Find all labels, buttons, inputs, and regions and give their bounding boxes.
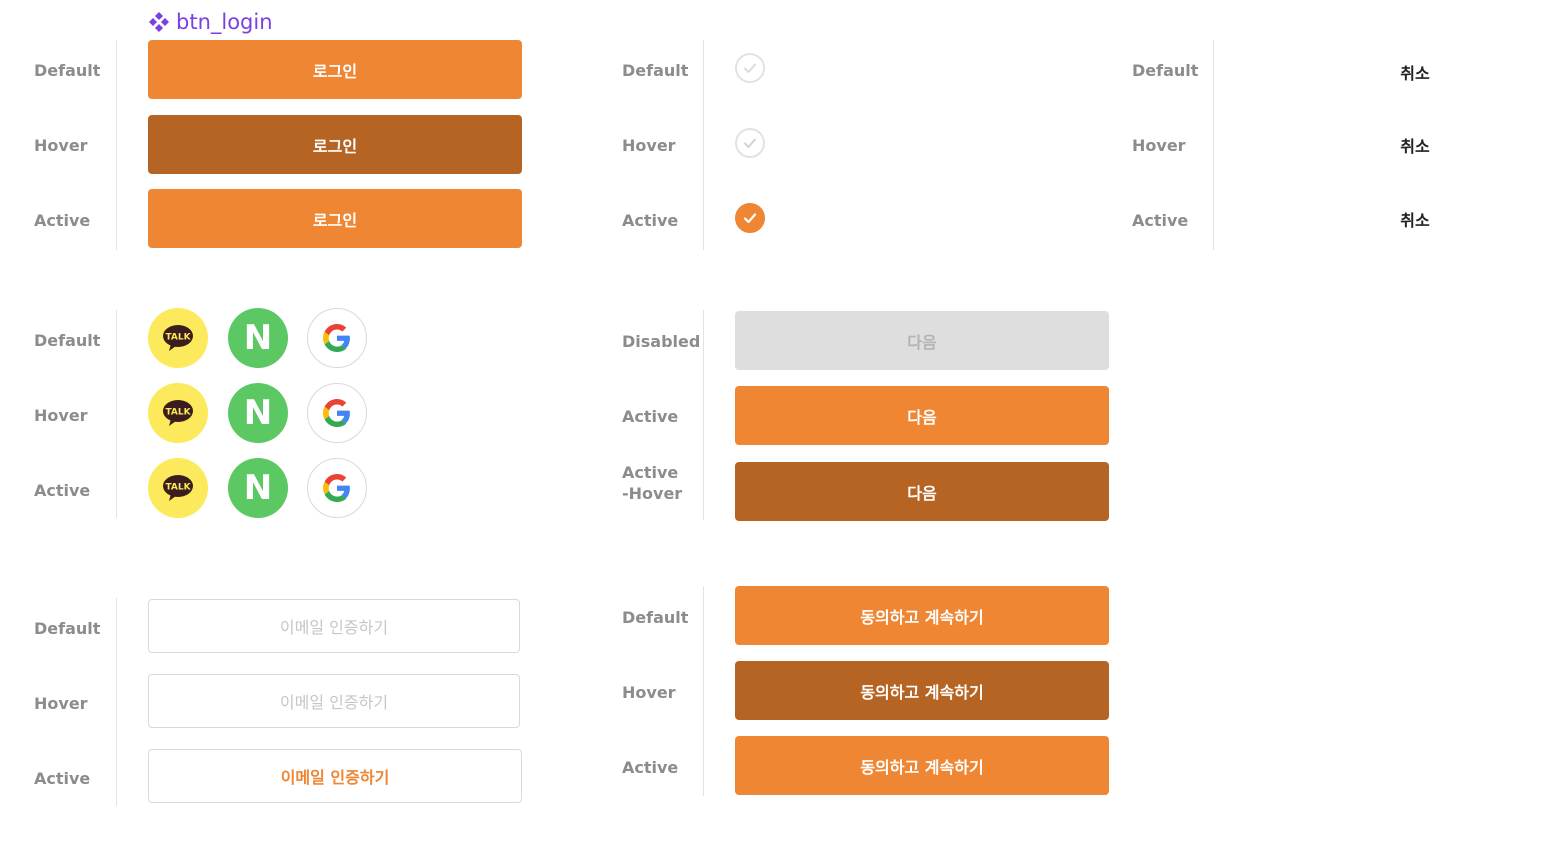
divider [703, 40, 704, 250]
state-label-hover: Hover [1132, 136, 1186, 155]
naver-login-button-active[interactable]: N [228, 458, 288, 518]
component-diamond-icon [149, 12, 169, 32]
login-button-default[interactable]: 로그인 [148, 40, 522, 99]
divider [116, 598, 117, 806]
kakao-talk-icon: TALK [163, 475, 193, 501]
divider [116, 310, 117, 518]
state-label-active: Active [622, 211, 679, 230]
state-label-default: Default [1132, 61, 1199, 80]
state-label-active-hover: Active -Hover [622, 463, 683, 503]
email-verify-button-active[interactable]: 이메일 인증하기 [148, 749, 522, 803]
next-button-active-hover[interactable]: 다음 [735, 462, 1109, 521]
checkmark-icon [744, 63, 756, 73]
checkmark-icon [744, 138, 756, 148]
state-label-active: Active [34, 769, 91, 788]
agree-continue-button-default[interactable]: 동의하고 계속하기 [735, 586, 1109, 645]
login-button-hover[interactable]: 로그인 [148, 115, 522, 174]
kakao-login-button-hover[interactable]: TALK [148, 383, 208, 443]
email-verify-button-label: 이메일 인증하기 [279, 618, 389, 637]
component-title: btn_login [148, 10, 273, 34]
next-button-label: 다음 [907, 407, 937, 427]
state-label-disabled: Disabled [622, 332, 701, 351]
state-label-hover: Hover [34, 694, 88, 713]
kakao-talk-icon: TALK [163, 400, 193, 426]
next-button-label: 다음 [907, 332, 937, 352]
state-label-active: Active [34, 211, 91, 230]
state-label-active: Active [34, 481, 91, 500]
state-label-hover: Hover [34, 136, 88, 155]
kakao-login-button-default[interactable]: TALK [148, 308, 208, 368]
state-label-default: Default [34, 61, 101, 80]
cancel-button-active[interactable]: 취소 [1355, 207, 1475, 231]
state-label-hover: Hover [622, 136, 676, 155]
email-verify-button-label: 이메일 인증하기 [279, 693, 389, 712]
naver-login-button-default[interactable]: N [228, 308, 288, 368]
divider [1213, 40, 1214, 250]
cancel-button-default[interactable]: 취소 [1355, 60, 1475, 84]
divider [116, 40, 117, 250]
kakao-talk-icon: TALK [163, 325, 193, 351]
email-verify-button-default[interactable]: 이메일 인증하기 [148, 599, 520, 653]
naver-login-button-hover[interactable]: N [228, 383, 288, 443]
google-login-button-default[interactable] [307, 308, 367, 368]
cancel-button-hover[interactable]: 취소 [1355, 133, 1475, 157]
component-name: btn_login [176, 10, 273, 34]
naver-icon: N [243, 468, 273, 508]
google-icon [323, 324, 350, 352]
state-label-hover: Hover [622, 683, 676, 702]
state-label-default: Default [34, 619, 101, 638]
agree-continue-button-active[interactable]: 동의하고 계속하기 [735, 736, 1109, 795]
next-button-active[interactable]: 다음 [735, 386, 1109, 445]
login-button-label: 로그인 [312, 210, 358, 230]
state-label-hover: Hover [34, 406, 88, 425]
checkmark-icon [743, 213, 757, 224]
agree-continue-button-label: 동의하고 계속하기 [860, 682, 984, 702]
kakao-talk-text: TALK [165, 483, 191, 493]
google-icon [323, 399, 350, 427]
divider [703, 310, 704, 520]
login-button-label: 로그인 [312, 136, 358, 156]
google-login-button-hover[interactable] [307, 383, 367, 443]
state-label-active: Active [622, 407, 679, 426]
next-button-label: 다음 [907, 483, 937, 503]
google-login-button-active[interactable] [307, 458, 367, 518]
state-label-active: Active [1132, 211, 1189, 230]
state-label-active: Active [622, 758, 679, 777]
login-button-active[interactable]: 로그인 [148, 189, 522, 248]
kakao-talk-text: TALK [165, 333, 191, 343]
state-label-default: Default [622, 608, 689, 627]
agree-continue-button-label: 동의하고 계속하기 [860, 757, 984, 777]
google-icon [323, 474, 350, 502]
checkbox-hover[interactable] [735, 128, 765, 158]
email-verify-button-label: 이메일 인증하기 [280, 768, 390, 787]
state-label-default: Default [34, 331, 101, 350]
login-button-label: 로그인 [312, 61, 358, 81]
kakao-login-button-active[interactable]: TALK [148, 458, 208, 518]
naver-icon: N [243, 393, 273, 433]
kakao-talk-text: TALK [165, 408, 191, 418]
agree-continue-button-hover[interactable]: 동의하고 계속하기 [735, 661, 1109, 720]
state-label-default: Default [622, 61, 689, 80]
checkbox-default[interactable] [735, 53, 765, 83]
next-button-disabled[interactable]: 다음 [735, 311, 1109, 370]
checkbox-active[interactable] [735, 203, 765, 233]
agree-continue-button-label: 동의하고 계속하기 [860, 607, 984, 627]
naver-icon: N [243, 318, 273, 358]
email-verify-button-hover[interactable]: 이메일 인증하기 [148, 674, 520, 728]
divider [703, 586, 704, 796]
